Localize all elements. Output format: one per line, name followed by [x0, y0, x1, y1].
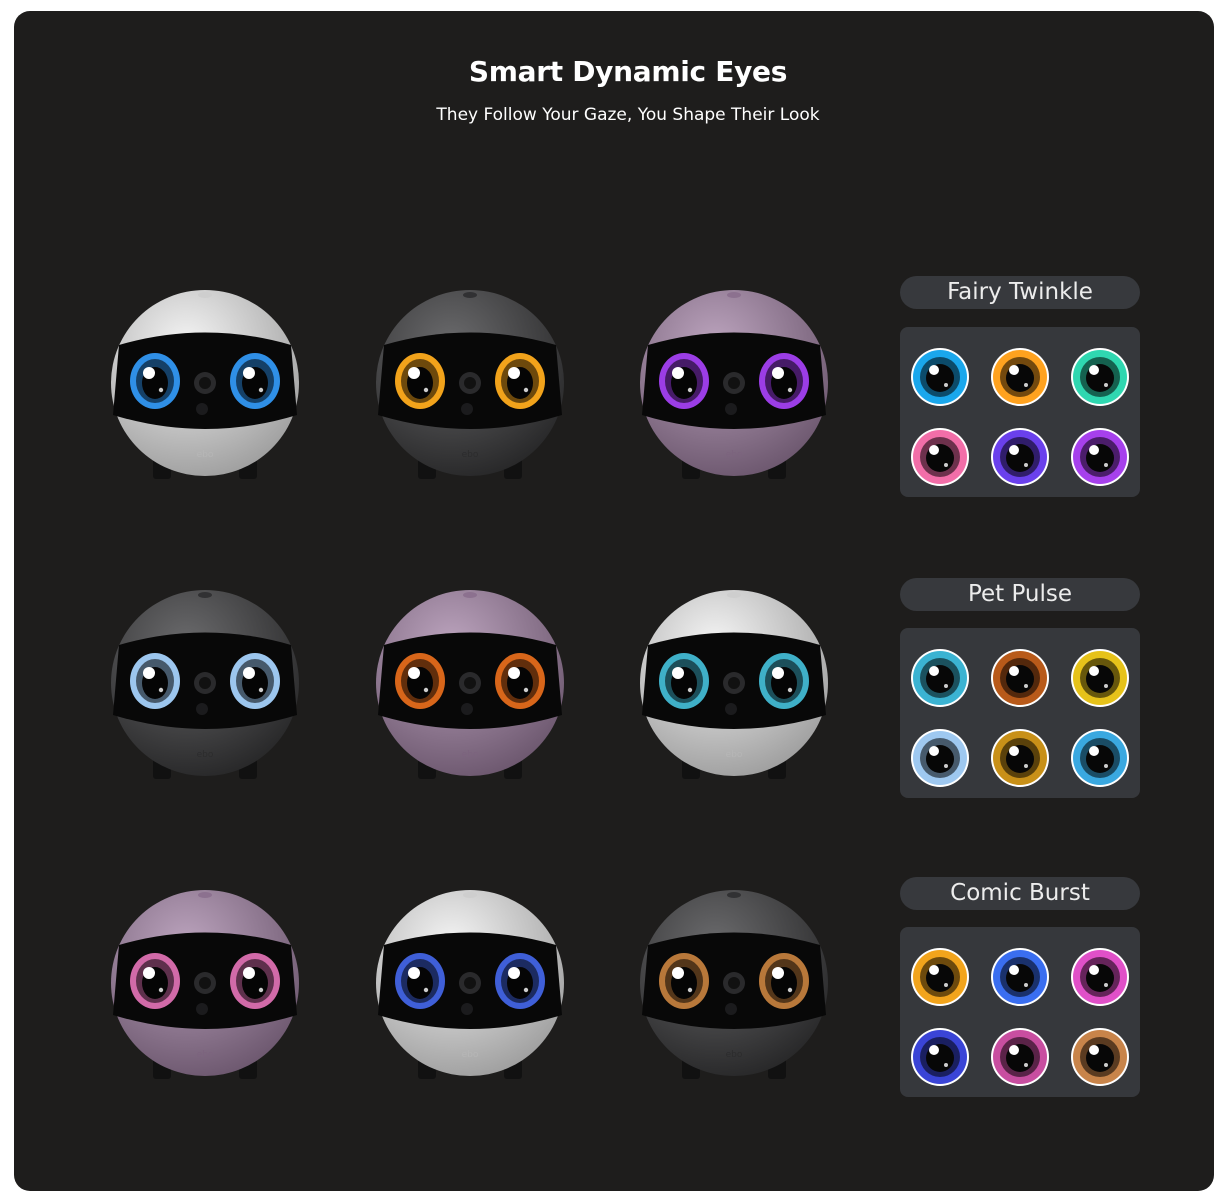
eye-set-panel-pet-pulse — [900, 628, 1140, 798]
eye-set-label-comic-burst: Comic Burst — [900, 877, 1140, 910]
svg-text:ebo: ebo — [197, 1050, 214, 1060]
svg-text:ebo: ebo — [462, 450, 479, 460]
eye-set-panel-comic-burst — [900, 927, 1140, 1097]
ebo-robot-icon: ebo — [105, 885, 305, 1085]
svg-text:ebo: ebo — [462, 1050, 479, 1060]
svg-text:ebo: ebo — [726, 1050, 743, 1060]
eye-style-swatch[interactable] — [990, 427, 1050, 487]
ebo-robot-icon: ebo — [634, 585, 834, 785]
eye-style-swatch[interactable] — [1070, 427, 1130, 487]
eye-style-swatch[interactable] — [1070, 648, 1130, 708]
eye-style-swatch[interactable] — [990, 648, 1050, 708]
eye-style-swatch[interactable] — [910, 347, 970, 407]
eye-set-label-pet-pulse: Pet Pulse — [900, 578, 1140, 611]
eye-style-swatch[interactable] — [1070, 728, 1130, 788]
eye-style-swatch[interactable] — [990, 347, 1050, 407]
eye-style-swatch[interactable] — [1070, 947, 1130, 1007]
svg-text:ebo: ebo — [726, 750, 743, 760]
page-subtitle: They Follow Your Gaze, You Shape Their L… — [436, 105, 820, 125]
eye-style-swatch[interactable] — [1070, 1027, 1130, 1087]
eye-style-swatch[interactable] — [990, 1027, 1050, 1087]
eye-style-swatch[interactable] — [1070, 347, 1130, 407]
svg-text:ebo: ebo — [726, 450, 743, 460]
ebo-robot-icon: ebo — [105, 285, 305, 485]
ebo-robot-icon: ebo — [370, 285, 570, 485]
ebo-robot-icon: ebo — [370, 885, 570, 1085]
eye-set-panel-fairy-twinkle — [900, 327, 1140, 497]
svg-text:ebo: ebo — [462, 750, 479, 760]
svg-text:ebo: ebo — [197, 750, 214, 760]
eye-set-label-fairy-twinkle: Fairy Twinkle — [900, 276, 1140, 309]
page-title: Smart Dynamic Eyes — [468, 55, 788, 88]
eye-style-swatch[interactable] — [910, 728, 970, 788]
eye-style-swatch[interactable] — [910, 648, 970, 708]
eye-style-swatch[interactable] — [990, 947, 1050, 1007]
eye-style-swatch[interactable] — [990, 728, 1050, 788]
ebo-robot-icon: ebo — [634, 885, 834, 1085]
svg-text:ebo: ebo — [197, 450, 214, 460]
eye-style-swatch[interactable] — [910, 427, 970, 487]
ebo-robot-icon: ebo — [370, 585, 570, 785]
ebo-robot-icon: ebo — [634, 285, 834, 485]
eye-style-swatch[interactable] — [910, 1027, 970, 1087]
eye-style-swatch[interactable] — [910, 947, 970, 1007]
ebo-robot-icon: ebo — [105, 585, 305, 785]
